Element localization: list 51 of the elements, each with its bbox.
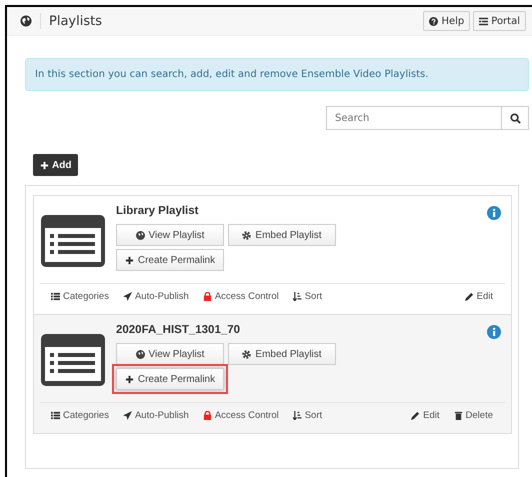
- categories-link[interactable]: Categories: [51, 410, 109, 421]
- add-button[interactable]: Add: [33, 154, 78, 176]
- plus-icon: [124, 374, 134, 384]
- search-icon: [510, 112, 520, 124]
- gear-icon: [242, 230, 252, 240]
- help-button[interactable]: Help: [423, 11, 470, 31]
- edit-link[interactable]: Edit: [464, 291, 493, 302]
- embed-playlist-button[interactable]: Embed Playlist: [228, 224, 336, 246]
- question-icon: [429, 16, 438, 26]
- access-link[interactable]: Access Control: [202, 410, 279, 421]
- list-icon: [479, 16, 488, 26]
- globe-icon: [20, 15, 32, 27]
- gear-icon: [242, 350, 252, 358]
- edit-link[interactable]: Edit: [411, 410, 440, 421]
- info-icon[interactable]: [487, 325, 501, 339]
- view-playlist-button[interactable]: View Playlist: [116, 343, 224, 365]
- portal-button[interactable]: Portal: [473, 11, 526, 31]
- page-title: Playlists: [49, 14, 102, 28]
- playlist-icon: [41, 334, 105, 386]
- list-icon: [51, 292, 60, 301]
- playlist-title: Library Playlist: [116, 205, 200, 217]
- plus-icon: [40, 160, 49, 170]
- info-alert: In this section you can search, add, edit and remove Ensemble Video Playlists.: [25, 58, 529, 91]
- sort-icon: [292, 292, 302, 301]
- view-playlist-button[interactable]: View Playlist: [116, 224, 224, 246]
- trash-icon: [454, 411, 463, 420]
- list-icon: [51, 411, 60, 420]
- create-permalink-button[interactable]: Create Permalink: [116, 249, 224, 271]
- embed-playlist-button[interactable]: Embed Playlist: [228, 343, 336, 365]
- paper-plane-icon: [122, 292, 132, 301]
- pencil-icon: [464, 292, 474, 301]
- search-field[interactable]: Search: [326, 106, 502, 130]
- playlist-title: 2020FA_HIST_1301_70: [116, 324, 242, 336]
- pencil-icon: [411, 411, 420, 420]
- lock-icon: [202, 292, 212, 301]
- sort-link[interactable]: Sort: [292, 291, 322, 302]
- search-button[interactable]: [502, 106, 529, 130]
- globe-icon: [136, 350, 145, 358]
- globe-icon: [136, 230, 145, 240]
- access-link[interactable]: Access Control: [202, 291, 279, 302]
- paper-plane-icon: [122, 411, 132, 420]
- playlist-icon: [41, 215, 105, 267]
- publish-link[interactable]: Auto-Publish: [122, 291, 189, 302]
- categories-link[interactable]: Categories: [51, 291, 109, 302]
- plus-icon: [124, 256, 134, 264]
- sort-link[interactable]: Sort: [292, 410, 322, 421]
- sort-icon: [292, 411, 302, 420]
- publish-link[interactable]: Auto-Publish: [122, 410, 189, 421]
- info-icon[interactable]: [487, 206, 501, 220]
- delete-link[interactable]: Delete: [454, 410, 493, 421]
- lock-icon: [202, 411, 212, 420]
